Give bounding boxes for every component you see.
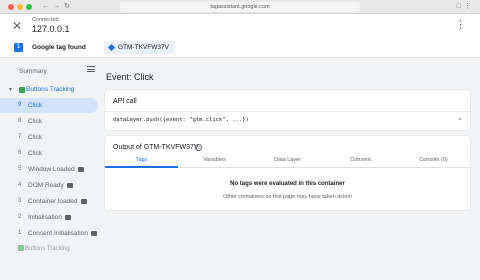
output-title: Output of GTM-TKVFW37V xyxy=(113,144,199,151)
event-number: 9 xyxy=(18,102,22,108)
api-call-card: API call dataLayer.push({event: "gtm.cli… xyxy=(105,90,470,130)
sidebar-event-item[interactable]: 5 Window Loaded xyxy=(0,162,98,177)
sidebar-event-item[interactable]: 6 Click xyxy=(0,146,98,161)
url-bar[interactable]: tagassistant.google.com xyxy=(120,2,360,12)
event-type-icon xyxy=(80,198,87,204)
event-name-text: Initialisation xyxy=(28,214,62,221)
event-number: 1 xyxy=(18,230,22,236)
event-name-text: DOM Ready xyxy=(28,182,64,189)
event-number: 6 xyxy=(18,150,22,156)
event-name-text: Click xyxy=(28,102,43,109)
sidebar-event-item[interactable]: 7 Click xyxy=(0,130,98,145)
sidebar: Summary ▼ Buttons Tracking 9 Click 8 Click 7… xyxy=(0,58,100,280)
event-number: 8 xyxy=(18,118,22,124)
empty-state-subtitle: Other containers on this page may have t… xyxy=(223,194,352,200)
app-header: ✕ Connected 127.0.0.1 ⋮ xyxy=(0,14,480,38)
chevron-down-icon[interactable]: ⌄ xyxy=(457,114,463,122)
sidebar-event-item[interactable]: 9 Click xyxy=(0,98,98,113)
event-name: Click xyxy=(28,150,42,157)
event-name-text: Click xyxy=(28,150,43,157)
output-card: Output of GTM-TKVFW37V ? Tags Variables Da… xyxy=(105,136,470,210)
tag-bar: 1 Google tag found GTM-TKVFW37V xyxy=(0,38,480,58)
connected-host: 127.0.0.1 xyxy=(32,24,70,34)
tab-data-layer[interactable]: Data Layer xyxy=(251,157,324,163)
event-name-text: Click xyxy=(28,134,43,141)
event-name: Container loaded xyxy=(28,198,87,205)
event-number: 7 xyxy=(18,134,22,140)
output-tabs: Tags Variables Data Layer Consent Console (0… xyxy=(105,154,470,168)
event-number: 2 xyxy=(18,214,22,220)
clear-list-icon[interactable] xyxy=(87,66,95,75)
browser-chrome: ←→↻ tagassistant.google.com □⋮ xyxy=(0,0,480,14)
event-name-text: Consent Initialisation xyxy=(28,230,88,237)
api-call-title: API call xyxy=(113,98,137,105)
event-type-icon xyxy=(66,182,73,188)
tag-count-badge: 1 xyxy=(14,43,23,52)
gtm-icon xyxy=(107,43,116,52)
browser-nav-icons[interactable]: ←→↻ xyxy=(42,2,74,10)
sidebar-event-item[interactable]: 4 DOM Ready xyxy=(0,178,98,193)
container-chip[interactable]: GTM-TKVFW37V xyxy=(104,41,175,54)
event-number: 3 xyxy=(18,198,22,204)
main-panel: Event: Click API call dataLayer.push({ev… xyxy=(100,58,480,280)
footer-group-label: Buttons Tracking xyxy=(25,246,70,252)
sidebar-event-item[interactable]: 2 Initialisation xyxy=(0,210,98,225)
sidebar-footer-group[interactable]: Buttons Tracking xyxy=(18,245,70,252)
event-number: 5 xyxy=(18,166,22,172)
event-name-text: Click xyxy=(28,118,43,125)
sidebar-event-item[interactable]: 8 Click xyxy=(0,114,98,129)
event-name: Consent Initialisation xyxy=(28,230,97,237)
caret-down-icon[interactable]: ▼ xyxy=(8,87,13,93)
event-type-icon xyxy=(64,214,71,220)
minimize-window-icon[interactable] xyxy=(17,4,23,10)
event-type-icon xyxy=(90,230,97,236)
browser-toolbar-icons[interactable]: □⋮ xyxy=(457,2,474,10)
api-call-code: dataLayer.push({event: "gtm.click", ...}… xyxy=(113,117,249,123)
empty-state-title: No tags were evaluated in this container xyxy=(230,181,345,187)
maximize-window-icon[interactable] xyxy=(26,4,32,10)
connection-status: Connected xyxy=(32,17,59,23)
close-icon[interactable]: ✕ xyxy=(12,19,22,33)
tab-consent[interactable]: Consent xyxy=(324,157,397,163)
more-options-icon[interactable]: ⋮ xyxy=(455,19,466,31)
summary-link[interactable]: Summary xyxy=(19,68,47,75)
event-name: Click xyxy=(28,118,42,125)
group-color-icon xyxy=(19,87,25,93)
event-name-text: Container loaded xyxy=(28,198,78,205)
event-name: DOM Ready xyxy=(28,182,73,189)
tab-tags[interactable]: Tags xyxy=(105,157,178,163)
event-number: 4 xyxy=(18,182,22,188)
group-color-icon xyxy=(18,245,24,251)
event-name: Window Loaded xyxy=(28,166,84,173)
event-name: Initialisation xyxy=(28,214,71,221)
active-tab-indicator xyxy=(105,166,178,168)
event-name-text: Window Loaded xyxy=(28,166,75,173)
tab-console-0[interactable]: Console (0) xyxy=(397,157,470,163)
event-name: Click xyxy=(28,102,42,109)
divider xyxy=(105,111,470,112)
tab-variables[interactable]: Variables xyxy=(178,157,251,163)
tag-found-label: Google tag found xyxy=(32,44,86,51)
sidebar-group-buttons-tracking[interactable]: ▼ Buttons Tracking xyxy=(0,85,100,97)
sidebar-event-item[interactable]: 1 Consent Initialisation xyxy=(0,226,98,241)
container-id: GTM-TKVFW37V xyxy=(118,44,169,51)
help-icon[interactable]: ? xyxy=(195,144,202,151)
sidebar-event-item[interactable]: 3 Container loaded xyxy=(0,194,98,209)
event-title: Event: Click xyxy=(106,72,154,82)
event-name: Click xyxy=(28,134,42,141)
close-window-icon[interactable] xyxy=(8,4,14,10)
event-type-icon xyxy=(77,166,84,172)
group-label: Buttons Tracking xyxy=(26,86,75,93)
